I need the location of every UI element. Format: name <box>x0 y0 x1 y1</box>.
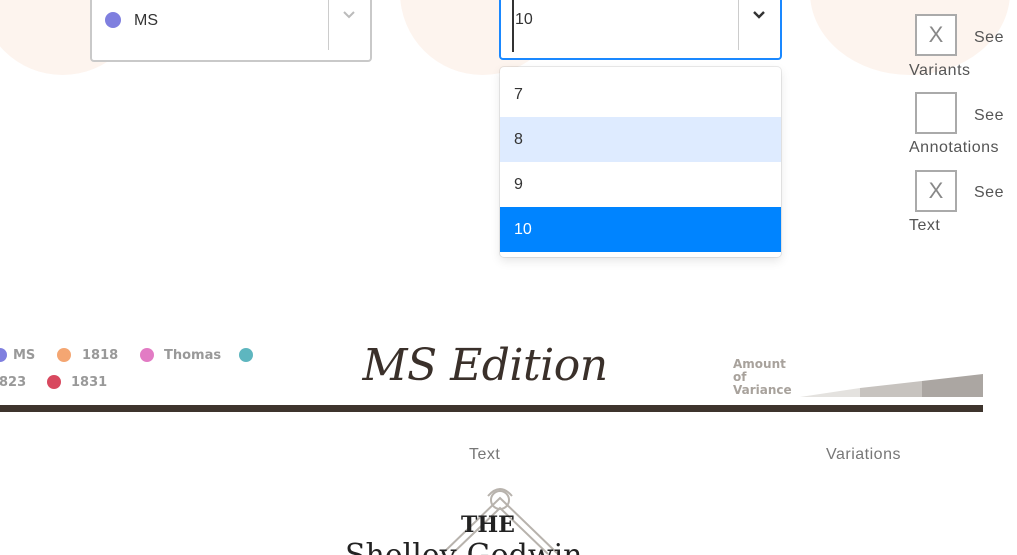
see-text-label: Text <box>909 217 941 234</box>
page-select-menu: 7 8 9 10 <box>500 67 781 257</box>
edition-select-value: MS <box>134 12 158 29</box>
see-annotations-label: Annotations <box>909 139 1000 156</box>
variance-label: Amount of Variance <box>733 358 803 397</box>
variance-level-mid <box>860 381 922 397</box>
legend-label-ms[interactable]: MS <box>13 348 35 363</box>
variance-level-low <box>800 388 860 397</box>
page-select[interactable]: 10 <box>499 0 782 60</box>
page-option[interactable]: 8 <box>500 117 781 162</box>
legend-dot-thomas <box>140 348 154 362</box>
legend-label-thomas[interactable]: Thomas <box>164 348 221 363</box>
header-rule <box>0 405 983 412</box>
page-title: MS Edition <box>362 340 608 391</box>
see-text-checkbox[interactable]: X <box>915 170 957 212</box>
see-text-see-label: See <box>974 184 1004 201</box>
edition-select-separator <box>328 0 329 50</box>
see-annotations-checkbox[interactable] <box>915 92 957 134</box>
column-header-text: Text <box>469 446 501 463</box>
column-header-variations: Variations <box>826 446 901 463</box>
legend-dot-teal[interactable] <box>239 348 253 362</box>
edition-color-dot <box>105 12 121 28</box>
see-variants-checkbox[interactable]: X <box>915 14 957 56</box>
legend-label-1831[interactable]: 1831 <box>71 375 107 390</box>
book-title-the: THE <box>461 512 515 538</box>
legend-dot-1831 <box>47 375 61 389</box>
see-variants-label: Variants <box>909 62 971 79</box>
page-select-value: 10 <box>515 11 533 28</box>
edition-select[interactable]: MS <box>90 0 372 62</box>
page: MS 10 7 8 9 10 X See Variants See Annota… <box>0 0 1017 555</box>
variance-scale <box>800 374 983 397</box>
page-option-selected[interactable]: 10 <box>500 207 781 252</box>
chevron-down-icon[interactable] <box>752 8 766 24</box>
legend-label-1823[interactable]: 823 <box>0 375 26 390</box>
page-option[interactable]: 7 <box>500 72 781 117</box>
variance-level-high <box>922 374 983 397</box>
legend-dot-ms <box>0 348 7 362</box>
page-select-separator <box>738 0 739 50</box>
chevron-down-icon[interactable] <box>342 8 356 24</box>
legend-label-1818[interactable]: 1818 <box>82 348 118 363</box>
text-cursor <box>512 0 514 52</box>
see-variants-see-label: See <box>974 29 1004 46</box>
legend-dot-1818 <box>57 348 71 362</box>
variance-label-line: Variance <box>733 383 792 397</box>
book-title: Shelley-Godwin <box>345 538 582 555</box>
page-option[interactable]: 9 <box>500 162 781 207</box>
see-annotations-see-label: See <box>974 107 1004 124</box>
